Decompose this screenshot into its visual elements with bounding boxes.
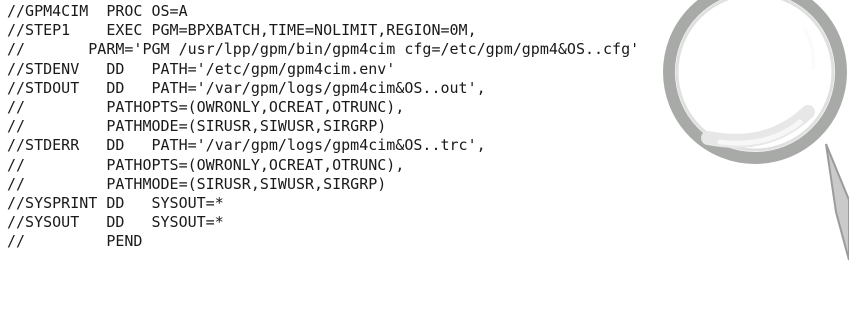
- code-line: //STDENV DD PATH='/etc/gpm/gpm4cim.env': [7, 59, 396, 78]
- code-line: // PATHMODE=(SIRUSR,SIWUSR,SIRGRP): [7, 117, 387, 136]
- code-line: // PEND: [7, 232, 143, 251]
- code-line: //GPM4CIM PROC OS=A: [7, 2, 188, 20]
- code-line: //STEP1 EXEC PGM=BPXBATCH,TIME=NOLIMIT,R…: [7, 21, 477, 40]
- code-line: // PATHMODE=(SIRUSR,SIWUSR,SIRGRP): [7, 174, 387, 193]
- code-line: //SYSPRINT DD SYSOUT=*: [7, 193, 224, 212]
- code-line: // PARM='PGM /usr/lpp/gpm/bin/gpm4cim cf…: [7, 40, 640, 59]
- code-line: //STDOUT DD PATH='/var/gpm/logs/gpm4cim&…: [7, 78, 486, 97]
- magnifier-glare: [701, 105, 815, 148]
- magnifier-handle: [825, 143, 849, 261]
- magnifying-glass-icon: [663, 0, 849, 261]
- code-line: //SYSOUT DD SYSOUT=*: [7, 213, 224, 232]
- code-line: //STDERR DD PATH='/var/gpm/logs/gpm4cim&…: [7, 136, 486, 155]
- code-line: // PATHOPTS=(OWRONLY,OCREAT,OTRUNC),: [7, 155, 405, 174]
- code-line: // PATHOPTS=(OWRONLY,OCREAT,OTRUNC),: [7, 97, 405, 116]
- magnifier-lens: [663, 0, 847, 164]
- jcl-code-listing: //GPM4CIM PROC OS=A//STEP1 EXEC PGM=BPXB…: [7, 2, 639, 251]
